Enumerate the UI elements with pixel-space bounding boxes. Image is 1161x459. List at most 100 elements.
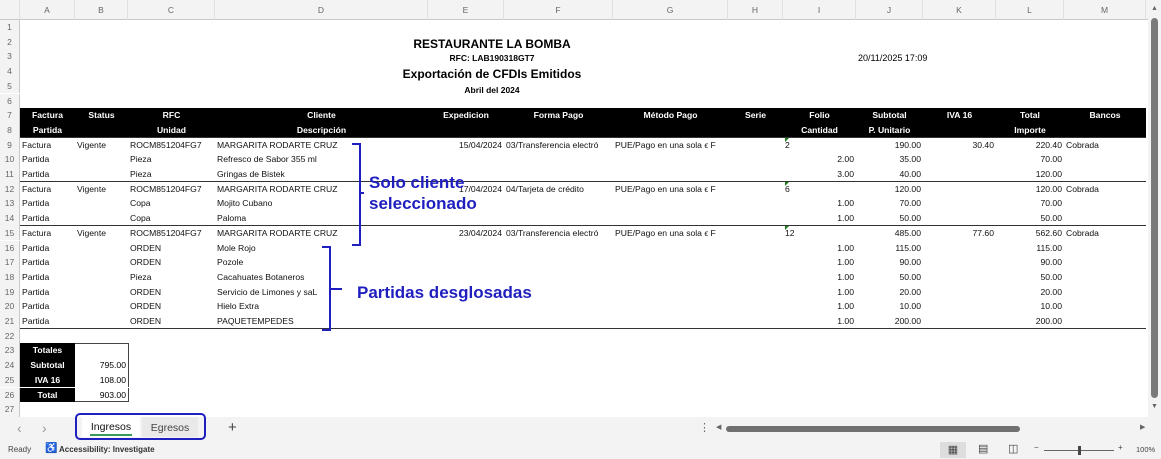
page-break-view-button[interactable]: ◫ bbox=[1008, 442, 1018, 455]
cell-i[interactable]: 1.00 bbox=[783, 285, 856, 300]
hscroll-right-icon[interactable]: ▶ bbox=[1140, 423, 1145, 431]
cell-a[interactable]: Partida bbox=[20, 255, 75, 270]
cell-d[interactable]: MARGARITA RODARTE CRUZ bbox=[215, 226, 428, 241]
column-header-k[interactable]: K bbox=[923, 0, 996, 20]
add-sheet-button[interactable]: + bbox=[228, 419, 237, 436]
cell-l[interactable]: 70.00 bbox=[996, 196, 1064, 211]
cell-j[interactable]: 40.00 bbox=[856, 167, 923, 182]
row-header[interactable]: 12 bbox=[0, 181, 20, 197]
row-header[interactable]: 26 bbox=[0, 387, 20, 403]
row-header[interactable]: 27 bbox=[0, 402, 20, 417]
prev-sheet-button[interactable]: ‹ bbox=[17, 420, 22, 436]
column-header-l[interactable]: L bbox=[996, 0, 1064, 20]
row-header[interactable]: 5 bbox=[0, 78, 20, 94]
column-title-m[interactable]: Bancos bbox=[1064, 108, 1146, 123]
row-header[interactable]: 15 bbox=[0, 225, 20, 241]
cell-j[interactable]: 90.00 bbox=[856, 255, 923, 270]
cell-a[interactable]: Partida bbox=[20, 299, 75, 314]
cell-j[interactable]: 190.00 bbox=[856, 138, 923, 153]
column-header-m[interactable]: M bbox=[1064, 0, 1146, 20]
zoom-in-button[interactable]: + bbox=[1118, 443, 1123, 452]
row-header[interactable]: 24 bbox=[0, 358, 20, 373]
row-header[interactable]: 23 bbox=[0, 343, 20, 359]
next-sheet-button[interactable]: › bbox=[42, 420, 47, 436]
cell-i[interactable]: 12 bbox=[783, 226, 856, 241]
column-title-l[interactable]: Importe bbox=[996, 123, 1064, 138]
column-title-l[interactable]: Total bbox=[996, 108, 1064, 123]
cell-a[interactable]: Partida bbox=[20, 241, 75, 256]
zoom-level[interactable]: 100% bbox=[1136, 445, 1155, 454]
column-title-i[interactable]: Cantidad bbox=[783, 123, 856, 138]
column-header-g[interactable]: G bbox=[613, 0, 728, 20]
cell-a[interactable]: Partida bbox=[20, 270, 75, 285]
column-header-d[interactable]: D bbox=[215, 0, 428, 20]
cell-a[interactable]: Factura bbox=[20, 226, 75, 241]
row-header[interactable]: 10 bbox=[0, 152, 20, 167]
cell-j[interactable]: 35.00 bbox=[856, 152, 923, 167]
column-title-g[interactable]: Método Pago bbox=[613, 108, 728, 123]
column-header-h[interactable]: H bbox=[728, 0, 783, 20]
column-header-i[interactable]: I bbox=[783, 0, 856, 20]
cell-g[interactable]: PUE/Pago en una sola ϵ F bbox=[613, 226, 728, 241]
cell-j[interactable]: 120.00 bbox=[856, 182, 923, 197]
column-title-h[interactable]: Serie bbox=[728, 108, 783, 123]
column-title-c[interactable]: RFC bbox=[128, 108, 215, 123]
scroll-up-icon[interactable]: ▲ bbox=[1151, 5, 1158, 12]
cell-j[interactable]: 50.00 bbox=[856, 270, 923, 285]
row-header[interactable]: 17 bbox=[0, 255, 20, 270]
cell-c[interactable]: ROCM851204FG7 bbox=[128, 226, 215, 241]
row-header[interactable]: 9 bbox=[0, 137, 20, 153]
cell-c[interactable]: ORDEN bbox=[128, 241, 215, 256]
cell-m[interactable]: Cobrada bbox=[1064, 226, 1146, 241]
cell-i[interactable]: 2 bbox=[783, 138, 856, 153]
row-header[interactable]: 21 bbox=[0, 314, 20, 329]
column-title-a[interactable]: Partida bbox=[20, 123, 75, 138]
page-layout-view-button[interactable]: ▤ bbox=[978, 442, 988, 455]
cell-f[interactable]: 03/Transferencia electró bbox=[504, 138, 613, 153]
column-title-f[interactable]: Forma Pago bbox=[504, 108, 613, 123]
row-header[interactable]: 18 bbox=[0, 269, 20, 285]
cell-c[interactable]: ROCM851204FG7 bbox=[128, 182, 215, 197]
cell-i[interactable]: 1.00 bbox=[783, 314, 856, 329]
cell-c[interactable]: ORDEN bbox=[128, 314, 215, 329]
tab-ingresos[interactable]: Ingresos bbox=[82, 417, 140, 437]
cell-i[interactable]: 3.00 bbox=[783, 167, 856, 182]
column-title-b[interactable]: Status bbox=[75, 108, 128, 123]
cell-a[interactable]: Factura bbox=[20, 138, 75, 153]
row-header[interactable]: 1 bbox=[0, 20, 20, 35]
cell-j[interactable]: 115.00 bbox=[856, 241, 923, 256]
cell-f[interactable]: 04/Tarjeta de crédito bbox=[504, 182, 613, 197]
cell-l[interactable]: 562.60 bbox=[996, 226, 1064, 241]
row-header[interactable]: 20 bbox=[0, 299, 20, 314]
totals-value[interactable]: 108.00 bbox=[75, 372, 129, 388]
row-header[interactable]: 7 bbox=[0, 108, 20, 123]
row-header[interactable]: 14 bbox=[0, 211, 20, 226]
row-header[interactable]: 4 bbox=[0, 64, 20, 79]
column-title-a[interactable]: Factura bbox=[20, 108, 75, 123]
cell-j[interactable]: 50.00 bbox=[856, 211, 923, 226]
cell-l[interactable]: 120.00 bbox=[996, 167, 1064, 182]
row-header[interactable]: 11 bbox=[0, 167, 20, 182]
cell-l[interactable]: 70.00 bbox=[996, 152, 1064, 167]
cell-l[interactable]: 50.00 bbox=[996, 211, 1064, 226]
row-header[interactable]: 16 bbox=[0, 240, 20, 256]
column-header-b[interactable]: B bbox=[75, 0, 128, 20]
cell-g[interactable]: PUE/Pago en una sola ϵ F bbox=[613, 182, 728, 197]
zoom-out-button[interactable]: − bbox=[1034, 443, 1039, 452]
cell-c[interactable]: Copa bbox=[128, 196, 215, 211]
cell-a[interactable]: Partida bbox=[20, 285, 75, 300]
cell-c[interactable]: Copa bbox=[128, 211, 215, 226]
cell-m[interactable]: Cobrada bbox=[1064, 138, 1146, 153]
column-title-i[interactable]: Folio bbox=[783, 108, 856, 123]
scroll-down-icon[interactable]: ▼ bbox=[1151, 403, 1158, 410]
cell-j[interactable]: 10.00 bbox=[856, 299, 923, 314]
cell-c[interactable]: Pieza bbox=[128, 152, 215, 167]
column-title-j[interactable]: P. Unitario bbox=[856, 123, 923, 138]
cell-c[interactable]: ROCM851204FG7 bbox=[128, 138, 215, 153]
cell-l[interactable]: 200.00 bbox=[996, 314, 1064, 329]
column-title-e[interactable]: Expedicion bbox=[428, 108, 504, 123]
column-header-j[interactable]: J bbox=[856, 0, 923, 20]
normal-view-button[interactable]: ▦ bbox=[940, 442, 966, 458]
cell-a[interactable]: Partida bbox=[20, 196, 75, 211]
cell-i[interactable]: 1.00 bbox=[783, 196, 856, 211]
